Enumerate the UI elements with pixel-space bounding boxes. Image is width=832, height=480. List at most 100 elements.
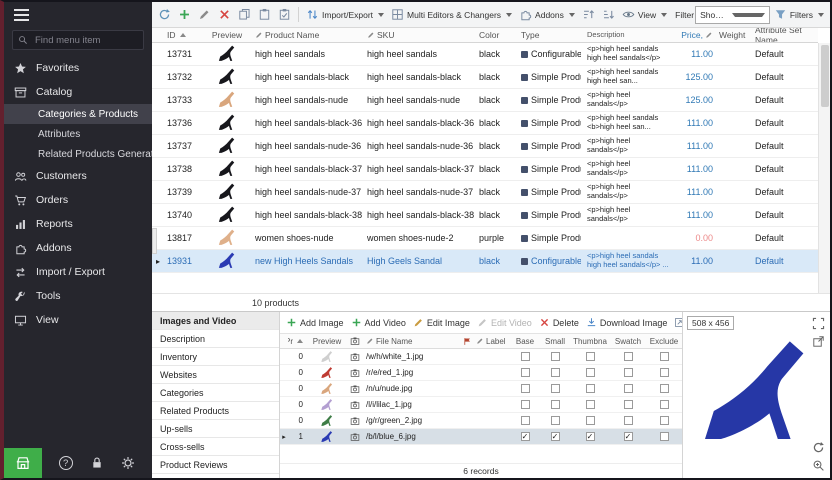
small-checkbox[interactable] [540, 397, 570, 412]
column-header-flag[interactable] [460, 334, 474, 348]
add-image-button[interactable]: Add Image [286, 317, 344, 328]
media-row[interactable]: 0 /g/r/green_2.jpg [280, 413, 682, 429]
delete-product-button[interactable] [215, 5, 234, 25]
exclude-checkbox[interactable] [646, 349, 682, 364]
base-checkbox[interactable] [510, 397, 540, 412]
sidebar-item-categories-products[interactable]: Categories & Products [4, 104, 152, 124]
panel-splitter[interactable] [152, 228, 157, 254]
add-product-button[interactable] [175, 5, 194, 25]
column-header-base[interactable]: Base [510, 334, 540, 348]
swatch-checkbox[interactable] [610, 381, 646, 396]
settings-gear-button[interactable] [121, 456, 135, 470]
thumbnail-checkbox[interactable] [570, 413, 610, 428]
column-header-file-name[interactable]: File Name [364, 334, 460, 348]
category-filter-select[interactable]: Show products from selected categories [695, 6, 770, 24]
sidebar-item-reports[interactable]: Reports [4, 212, 152, 236]
sidebar-item-customers[interactable]: Customers [4, 164, 152, 188]
sidebar-item-related-products-generator[interactable]: Related Products Generator [4, 144, 152, 164]
swatch-checkbox[interactable]: ✓ [610, 429, 646, 444]
zoom-button[interactable] [812, 459, 825, 472]
column-header-price[interactable]: Price, [672, 28, 716, 42]
sidebar-item-view[interactable]: View [4, 308, 152, 332]
base-checkbox[interactable] [510, 413, 540, 428]
table-row[interactable]: 13737 high heel sandals-nude-36 high hee… [152, 135, 818, 158]
view-menu-button[interactable]: View [619, 5, 670, 25]
lock-button[interactable] [90, 456, 104, 470]
exclude-checkbox[interactable] [646, 397, 682, 412]
thumbnail-checkbox[interactable] [570, 381, 610, 396]
delete-image-button[interactable]: Delete [539, 317, 579, 328]
column-header-type[interactable]: Type [518, 28, 584, 42]
column-header-preview[interactable]: Preview [202, 28, 252, 42]
column-header-weight[interactable]: Weight [716, 28, 752, 42]
store-button[interactable] [4, 448, 42, 478]
base-checkbox[interactable] [510, 381, 540, 396]
tab-description[interactable]: Description [152, 330, 279, 348]
tab-up-sells[interactable]: Up-sells [152, 420, 279, 438]
media-row[interactable]: 0 /l/i/lilac_1.jpg [280, 397, 682, 413]
media-row[interactable]: 0 /w/h/white_1.jpg [280, 349, 682, 365]
column-header-swatch[interactable]: Swatch [610, 334, 646, 348]
column-header-position[interactable]: Pr [288, 334, 308, 348]
tab-cross-sells[interactable]: Cross-sells [152, 438, 279, 456]
edit-image-button[interactable]: Edit Image [413, 317, 470, 328]
exclude-checkbox[interactable] [646, 413, 682, 428]
tab-categories[interactable]: Categories [152, 384, 279, 402]
sidebar-item-import-export[interactable]: Import / Export [4, 260, 152, 284]
base-checkbox[interactable]: ✓ [510, 429, 540, 444]
sort-ascending-button[interactable] [579, 5, 598, 25]
exclude-checkbox[interactable] [646, 429, 682, 444]
sidebar-item-catalog[interactable]: Catalog [4, 80, 152, 104]
swatch-checkbox[interactable] [610, 413, 646, 428]
small-checkbox[interactable] [540, 349, 570, 364]
set-resize-rule-button[interactable]: Set Resize Rule [674, 317, 682, 328]
edit-video-button[interactable]: Edit Video [477, 317, 532, 328]
tab-product-reviews[interactable]: Product Reviews [152, 456, 279, 474]
column-header-thumbnail[interactable]: Thumbna [570, 334, 610, 348]
hamburger-menu-button[interactable] [4, 2, 152, 28]
small-checkbox[interactable] [540, 413, 570, 428]
paste-button[interactable] [255, 5, 274, 25]
media-row-selected[interactable]: ▸ 1 /b/l/blue_6.jpg ✓ ✓ ✓ ✓ [280, 429, 682, 445]
sort-descending-button[interactable] [599, 5, 618, 25]
tab-websites[interactable]: Websites [152, 366, 279, 384]
rotate-button[interactable] [812, 441, 825, 454]
small-checkbox[interactable] [540, 381, 570, 396]
base-checkbox[interactable] [510, 365, 540, 380]
table-row[interactable]: 13731 high heel sandals high heel sandal… [152, 43, 818, 66]
thumbnail-checkbox[interactable] [570, 349, 610, 364]
table-row[interactable]: 13738 high heel sandals-black-37 high he… [152, 158, 818, 181]
add-video-button[interactable]: Add Video [351, 317, 406, 328]
table-row[interactable]: 13732 high heel sandals-black high heel … [152, 66, 818, 89]
table-row-selected[interactable]: ▸ 13931 new High Heels Sandals High Geel… [152, 250, 818, 273]
base-checkbox[interactable] [510, 349, 540, 364]
fullscreen-button[interactable] [812, 317, 825, 330]
column-header-id[interactable]: ID [164, 28, 202, 42]
column-header-description[interactable]: Description [584, 28, 672, 42]
table-row[interactable]: 13740 high heel sandals-black-38 high he… [152, 204, 818, 227]
column-header-label[interactable]: Label [474, 334, 510, 348]
tab-inventory[interactable]: Inventory [152, 348, 279, 366]
sidebar-item-addons[interactable]: Addons [4, 236, 152, 260]
scrollbar-thumb[interactable] [821, 45, 829, 107]
swatch-checkbox[interactable] [610, 397, 646, 412]
menu-search-input[interactable] [33, 34, 138, 47]
table-row[interactable]: 13817 women shoes-nude women shoes-nude-… [152, 227, 818, 250]
copy-button[interactable] [235, 5, 254, 25]
thumbnail-checkbox[interactable]: ✓ [570, 429, 610, 444]
small-checkbox[interactable]: ✓ [540, 429, 570, 444]
exclude-checkbox[interactable] [646, 381, 682, 396]
small-checkbox[interactable] [540, 365, 570, 380]
table-row[interactable]: 13736 high heel sandals-black-36 high he… [152, 112, 818, 135]
sidebar-item-tools[interactable]: Tools [4, 284, 152, 308]
column-header-sku[interactable]: SKU [364, 28, 476, 42]
download-image-button[interactable]: Download Image [586, 317, 668, 328]
table-row[interactable]: 13733 high heel sandals-nude high heel s… [152, 89, 818, 112]
media-row[interactable]: 0 /r/e/red_1.jpg [280, 365, 682, 381]
swatch-checkbox[interactable] [610, 349, 646, 364]
tab-related-products[interactable]: Related Products [152, 402, 279, 420]
edit-product-button[interactable] [195, 5, 214, 25]
vertical-scrollbar[interactable] [818, 43, 830, 293]
swatch-checkbox[interactable] [610, 365, 646, 380]
help-button[interactable]: ? [59, 456, 73, 470]
